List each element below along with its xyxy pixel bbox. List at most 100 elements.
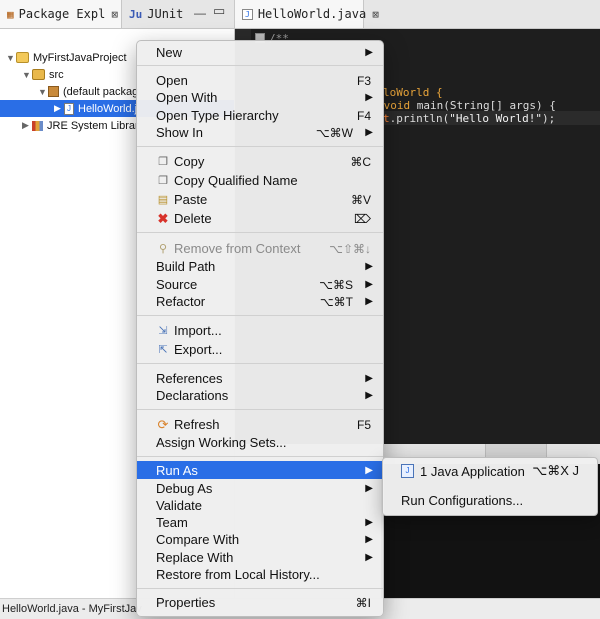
expand-arrow-icon[interactable]: ▼ [38, 87, 48, 97]
submenu-item-run-configurations[interactable]: Run Configurations... [383, 490, 597, 510]
menu-item-delete[interactable]: ✖ Delete ⌦ [137, 210, 383, 227]
menu-item-paste[interactable]: ▤ Paste ⌘V [137, 191, 383, 208]
menu-separator [137, 588, 383, 589]
menu-item-new-label: New [156, 45, 183, 60]
paste-icon: ▤ [157, 194, 169, 206]
menu-item-export[interactable]: ⇱ Export... [137, 341, 383, 358]
close-icon[interactable]: ⊠ [372, 8, 379, 21]
menu-item-show-in-label: Show In [156, 125, 203, 140]
shortcut-refresh: F5 [356, 417, 371, 432]
collapse-arrow-icon[interactable]: ▶ [54, 103, 64, 114]
menu-item-references[interactable]: References ▶ [137, 370, 383, 387]
menu-item-restore-local-history[interactable]: Restore from Local History... [137, 566, 383, 583]
remove-context-icon: ⚲ [158, 243, 168, 255]
junit-icon: Ju [129, 7, 143, 21]
menu-item-remove-from-context-label: Remove from Context [174, 241, 301, 256]
minimize-icon[interactable]: — [194, 6, 206, 20]
menu-item-import[interactable]: ⇲ Import... [137, 322, 383, 339]
tree-item-project-label: MyFirstJavaProject [33, 51, 127, 64]
submenu-arrow-icon: ▶ [365, 47, 373, 58]
menu-item-restore-local-history-label: Restore from Local History... [156, 567, 320, 582]
submenu-arrow-icon: ▶ [365, 261, 373, 272]
menu-separator [137, 65, 383, 66]
menu-item-remove-from-context[interactable]: ⚲ Remove from Context ⌥⇧⌘↓ [137, 240, 383, 257]
submenu-arrow-icon: ▶ [365, 552, 373, 563]
tree-item-src-label: src [49, 68, 64, 81]
menu-item-replace-with-label: Replace With [156, 550, 234, 565]
java-file-icon: J [242, 8, 253, 20]
menu-item-run-as[interactable]: Run As ▶ [137, 461, 383, 479]
menu-item-validate[interactable]: Validate [137, 497, 383, 514]
menu-item-open-with-label: Open With [156, 90, 218, 105]
submenu-arrow-icon: ▶ [365, 534, 373, 545]
expand-arrow-icon[interactable]: ▼ [22, 70, 32, 80]
run-as-submenu: J 1 Java Application ⌥⌘X J Run Configura… [382, 457, 598, 516]
menu-item-refactor-label: Refactor [156, 294, 206, 309]
shortcut-open: F3 [356, 73, 371, 88]
menu-item-open-type-hierarchy[interactable]: Open Type Hierarchy F4 [137, 107, 383, 124]
collapse-arrow-icon[interactable]: ▶ [22, 120, 32, 131]
tab-helloworld-java[interactable]: J HelloWorld.java ⊠ [235, 0, 379, 28]
class-name-token: loWorld { [383, 86, 443, 99]
menu-item-import-label: Import... [174, 323, 222, 338]
import-icon: ⇲ [158, 325, 168, 337]
menu-item-validate-label: Validate [156, 498, 203, 513]
submenu-arrow-icon: ▶ [365, 483, 373, 494]
shortcut-refactor: ⌥⌘T [319, 294, 353, 309]
menu-item-properties[interactable]: Properties ⌘I [137, 594, 383, 611]
maximize-icon[interactable]: ▭ [213, 3, 225, 19]
package-explorer-icon: ▦ [7, 7, 14, 21]
menu-item-debug-as-label: Debug As [156, 481, 213, 496]
tab-package-explorer[interactable]: ▦ Package Expl ⊠ [0, 0, 122, 28]
shortcut-open-type-hierarchy: F4 [356, 108, 371, 123]
menu-item-debug-as[interactable]: Debug As ▶ [137, 480, 383, 497]
menu-item-new[interactable]: New ▶ [137, 44, 383, 61]
shortcut-paste: ⌘V [350, 192, 371, 207]
submenu-arrow-icon: ▶ [365, 92, 373, 103]
tree-item-jre-label: JRE System Librar [47, 119, 139, 132]
menu-item-refactor[interactable]: Refactor ⌥⌘T ▶ [137, 293, 383, 310]
shortcut-source: ⌥⌘S [319, 277, 353, 292]
menu-item-source[interactable]: Source ⌥⌘S ▶ [137, 276, 383, 293]
submenu-arrow-icon: ▶ [365, 517, 373, 528]
menu-item-build-path[interactable]: Build Path ▶ [137, 258, 383, 275]
menu-item-show-in[interactable]: Show In ⌥⌘W ▶ [137, 124, 383, 141]
status-text: HelloWorld.java - MyFirstJav [2, 603, 142, 615]
menu-item-team[interactable]: Team ▶ [137, 514, 383, 531]
editor-tab-label: HelloWorld.java [257, 7, 367, 21]
close-icon[interactable]: ⊠ [111, 8, 118, 21]
submenu-item-run-configurations-label: Run Configurations... [401, 492, 524, 508]
menu-item-declarations[interactable]: Declarations ▶ [137, 387, 383, 404]
package-icon [48, 86, 59, 97]
copy-icon: ❐ [158, 156, 168, 168]
menu-item-delete-label: Delete [174, 211, 212, 226]
menu-item-copy-qualified-label: Copy Qualified Name [174, 173, 298, 188]
submenu-item-java-application[interactable]: J 1 Java Application ⌥⌘X J [383, 461, 597, 481]
expand-arrow-icon[interactable]: ▼ [6, 53, 16, 63]
menu-item-compare-with-label: Compare With [156, 532, 240, 547]
project-folder-icon [16, 52, 29, 63]
submenu-item-java-application-label: 1 Java Application [420, 463, 525, 479]
menu-item-copy[interactable]: ❐ Copy ⌘C [137, 153, 383, 170]
code-line-class: loWorld { [383, 86, 443, 99]
menu-item-paste-label: Paste [174, 192, 208, 207]
menu-item-open-label: Open [156, 73, 188, 88]
menu-item-replace-with[interactable]: Replace With ▶ [137, 549, 383, 566]
menu-separator [137, 315, 383, 316]
menu-item-refresh[interactable]: ⟳ Refresh F5 [137, 416, 383, 433]
editor-tabbar: J HelloWorld.java ⊠ [235, 0, 600, 29]
submenu-arrow-icon: ▶ [365, 127, 373, 138]
tree-item-file-label: HelloWorld.j [78, 102, 138, 115]
tab-junit[interactable]: Ju JUnit [122, 0, 192, 28]
copy-qualified-icon: ❐ [158, 175, 168, 187]
menu-item-compare-with[interactable]: Compare With ▶ [137, 531, 383, 548]
submenu-arrow-icon: ▶ [365, 464, 373, 476]
menu-separator [137, 232, 383, 233]
shortcut-properties: ⌘I [355, 595, 371, 610]
menu-item-assign-working-sets[interactable]: Assign Working Sets... [137, 434, 383, 451]
menu-item-copy-qualified-name[interactable]: ❐ Copy Qualified Name [137, 172, 383, 189]
menu-item-open-with[interactable]: Open With ▶ [137, 89, 383, 106]
menu-separator [137, 363, 383, 364]
menu-item-open[interactable]: Open F3 [137, 72, 383, 89]
menu-separator [137, 456, 383, 457]
